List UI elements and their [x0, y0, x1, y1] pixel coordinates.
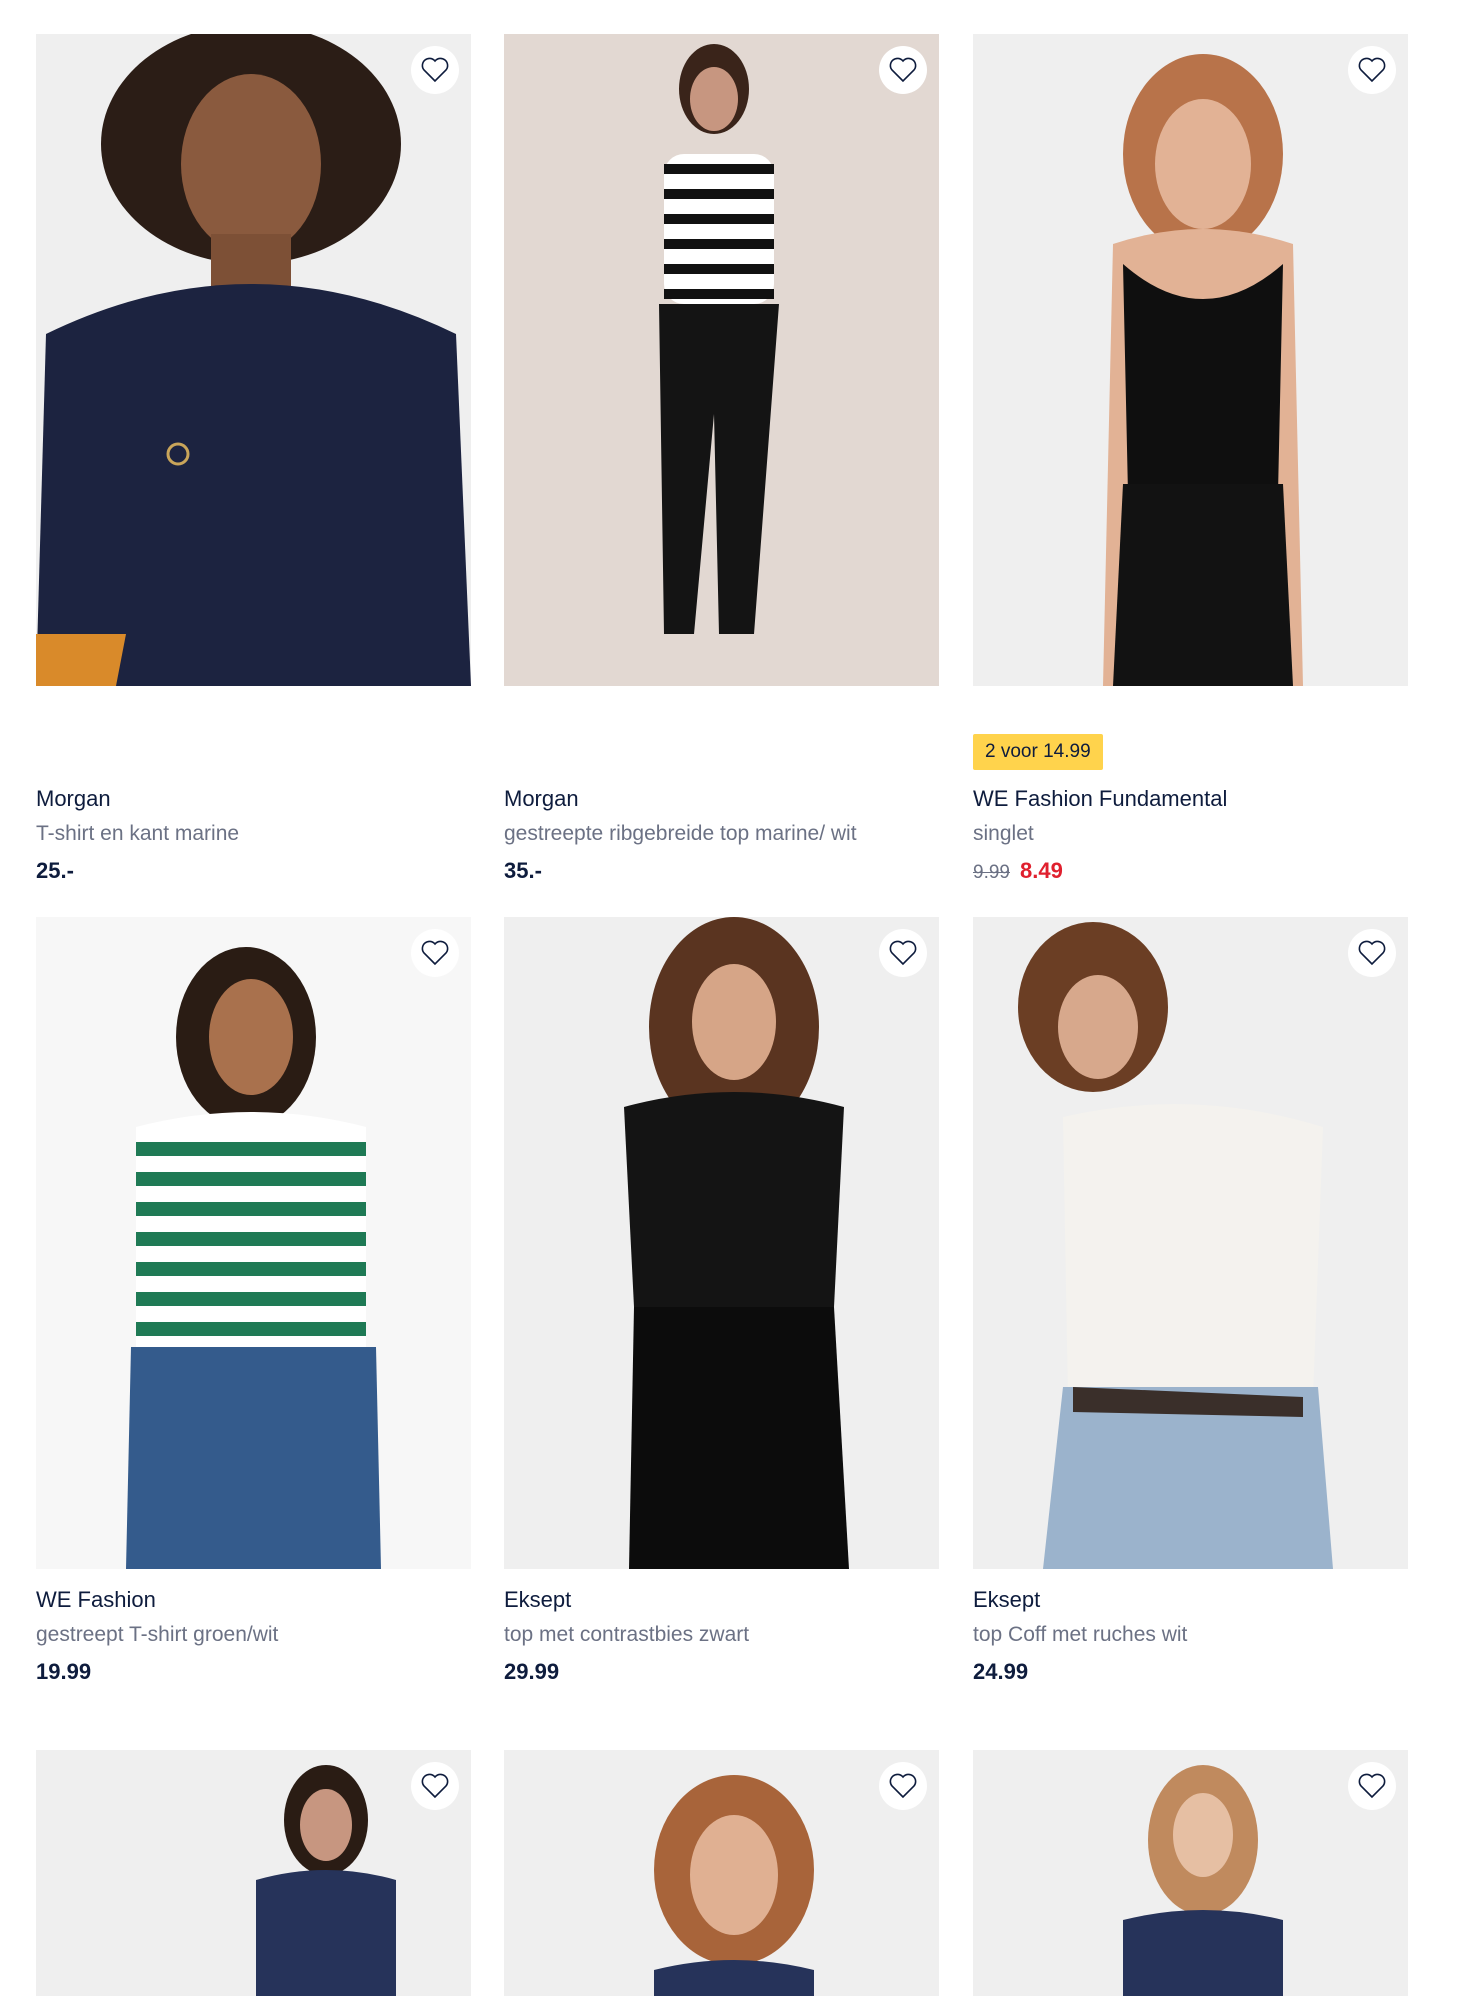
favorite-button[interactable] [879, 1762, 927, 1810]
product-brand[interactable]: Eksept [504, 1587, 571, 1613]
product-brand[interactable]: Morgan [36, 786, 111, 812]
model-photo [36, 34, 471, 686]
favorite-button[interactable] [411, 929, 459, 977]
product-price: 35.- [504, 858, 542, 883]
product-image[interactable] [504, 917, 939, 1569]
product-description[interactable]: T-shirt en kant marine [36, 822, 239, 846]
favorite-button[interactable] [1348, 929, 1396, 977]
heart-outline-icon [1358, 57, 1386, 83]
favorite-button[interactable] [879, 929, 927, 977]
product-image[interactable] [973, 34, 1408, 686]
favorite-button[interactable] [1348, 1762, 1396, 1810]
favorite-button[interactable] [1348, 46, 1396, 94]
product-image[interactable] [36, 1750, 471, 1996]
model-photo [256, 1765, 396, 1996]
heart-outline-icon [889, 57, 917, 83]
model-photo [126, 947, 381, 1569]
heart-outline-icon [421, 57, 449, 83]
model-photo [1123, 1765, 1283, 1996]
product-price: 9.99 8.49 [973, 858, 1063, 884]
favorite-button[interactable] [411, 46, 459, 94]
heart-outline-icon [1358, 1773, 1386, 1799]
product-description[interactable]: gestreept T-shirt groen/wit [36, 1623, 278, 1647]
heart-outline-icon [889, 940, 917, 966]
product-image[interactable] [973, 917, 1408, 1569]
product-brand[interactable]: Eksept [973, 1587, 1040, 1613]
product-price: 29.99 [504, 1659, 560, 1684]
product-image[interactable] [36, 917, 471, 1569]
model-photo [654, 1775, 814, 1996]
product-description[interactable]: top Coff met ruches wit [973, 1623, 1187, 1647]
product-description[interactable]: gestreepte ribgebreide top marine/ wit [504, 822, 857, 846]
heart-outline-icon [889, 1773, 917, 1799]
product-description[interactable]: top met contrastbies zwart [504, 1623, 749, 1647]
heart-outline-icon [421, 1773, 449, 1799]
product-price: 24.99 [973, 1659, 1029, 1684]
product-image[interactable] [504, 1750, 939, 1996]
product-image[interactable] [973, 1750, 1408, 1996]
product-price: 19.99 [36, 1659, 92, 1684]
sale-price: 8.49 [1019, 858, 1063, 883]
model-photo [659, 44, 779, 634]
model-photo [1018, 922, 1333, 1569]
heart-outline-icon [1358, 940, 1386, 966]
product-brand[interactable]: WE Fashion Fundamental [973, 786, 1227, 812]
product-image[interactable] [36, 34, 471, 686]
product-grid: Morgan T-shirt en kant marine 25.- Morga… [0, 0, 1462, 1996]
product-description[interactable]: singlet [973, 822, 1034, 846]
original-price: 9.99 [973, 862, 1010, 883]
model-photo [624, 917, 849, 1569]
promo-badge: 2 voor 14.99 [973, 734, 1103, 770]
heart-outline-icon [421, 940, 449, 966]
product-image[interactable] [504, 34, 939, 686]
product-brand[interactable]: WE Fashion [36, 1587, 156, 1613]
product-brand[interactable]: Morgan [504, 786, 579, 812]
model-photo [1103, 54, 1303, 686]
favorite-button[interactable] [879, 46, 927, 94]
favorite-button[interactable] [411, 1762, 459, 1810]
product-price: 25.- [36, 858, 74, 883]
